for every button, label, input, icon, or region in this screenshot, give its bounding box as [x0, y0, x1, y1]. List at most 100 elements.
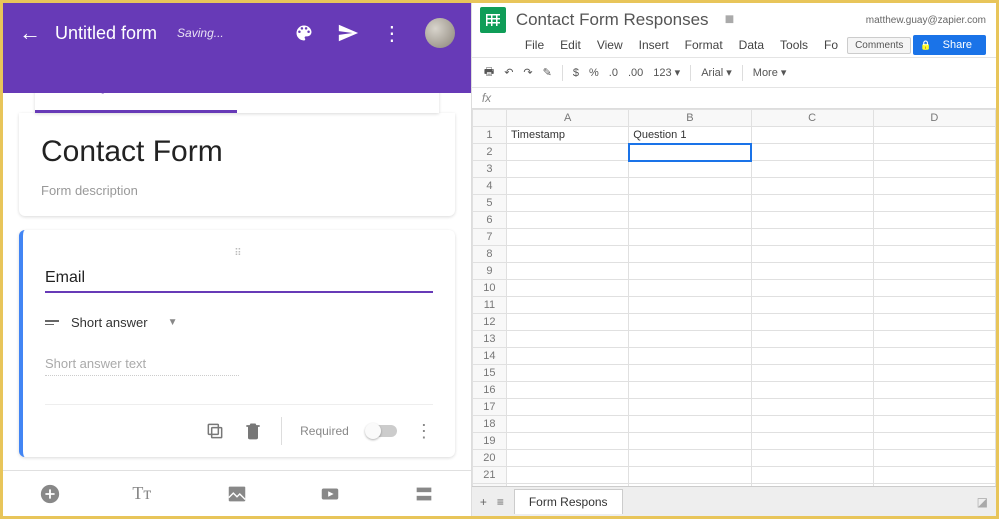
menu-view[interactable]: View [590, 36, 630, 54]
back-arrow-icon[interactable]: ← [19, 20, 41, 46]
cell-B5[interactable] [629, 195, 751, 212]
sheets-logo-icon[interactable] [480, 7, 506, 33]
cell-B20[interactable] [629, 450, 751, 467]
cell-A17[interactable] [507, 399, 629, 416]
paint-icon[interactable]: ✎ [543, 66, 552, 79]
cell-C11[interactable] [751, 297, 873, 314]
all-sheets-icon[interactable]: ≡ [497, 495, 504, 509]
cell-C2[interactable] [751, 144, 873, 161]
cell-A8[interactable] [507, 246, 629, 263]
menu-format[interactable]: Format [678, 36, 730, 54]
cell-D5[interactable] [873, 195, 995, 212]
decimal-dec[interactable]: .0 [609, 67, 618, 79]
cell-D1[interactable] [873, 127, 995, 144]
drag-handle-icon[interactable]: ⠿ [45, 248, 433, 259]
row-head-7[interactable]: 7 [472, 229, 506, 246]
spreadsheet-name[interactable]: Contact Form Responses [516, 10, 709, 30]
grid-area[interactable]: ABCD1TimestampQuestion 12345678910111213… [472, 109, 996, 486]
print-icon[interactable]: 🖶 [484, 63, 494, 82]
cell-D14[interactable] [873, 348, 995, 365]
cell-C13[interactable] [751, 331, 873, 348]
more-vert-icon[interactable]: ⋮ [381, 22, 403, 44]
row-head-1[interactable]: 1 [472, 127, 506, 144]
spreadsheet-grid[interactable]: ABCD1TimestampQuestion 12345678910111213… [472, 109, 996, 486]
cell-B4[interactable] [629, 178, 751, 195]
cell-D13[interactable] [873, 331, 995, 348]
cell-C14[interactable] [751, 348, 873, 365]
font-selector[interactable]: Arial ▾ [701, 66, 732, 79]
cell-C15[interactable] [751, 365, 873, 382]
cell-C22[interactable] [751, 484, 873, 487]
cell-A19[interactable] [507, 433, 629, 450]
row-head-18[interactable]: 18 [472, 416, 506, 433]
cell-D15[interactable] [873, 365, 995, 382]
account-email[interactable]: matthew.guay@zapier.com [866, 15, 986, 26]
cell-C20[interactable] [751, 450, 873, 467]
answer-type-selector[interactable]: Short answer ▼ [45, 307, 433, 338]
decimal-inc[interactable]: .00 [628, 67, 643, 79]
cell-B18[interactable] [629, 416, 751, 433]
row-head-13[interactable]: 13 [472, 331, 506, 348]
cell-A13[interactable] [507, 331, 629, 348]
required-toggle[interactable] [367, 425, 397, 437]
row-head-8[interactable]: 8 [472, 246, 506, 263]
question-more-icon[interactable]: ⋮ [415, 421, 433, 442]
cell-B13[interactable] [629, 331, 751, 348]
tab-responses[interactable]: RESPONSES [237, 93, 439, 113]
cell-D6[interactable] [873, 212, 995, 229]
cell-B1[interactable]: Question 1 [629, 127, 751, 144]
cell-A2[interactable] [507, 144, 629, 161]
cell-C6[interactable] [751, 212, 873, 229]
menu-tools[interactable]: Tools [773, 36, 815, 54]
duplicate-icon[interactable] [205, 421, 225, 441]
row-head-6[interactable]: 6 [472, 212, 506, 229]
cell-A7[interactable] [507, 229, 629, 246]
row-head-2[interactable]: 2 [472, 144, 506, 161]
cell-C12[interactable] [751, 314, 873, 331]
cell-D4[interactable] [873, 178, 995, 195]
cell-D21[interactable] [873, 467, 995, 484]
cell-C4[interactable] [751, 178, 873, 195]
percent-format[interactable]: % [589, 67, 599, 79]
row-head-3[interactable]: 3 [472, 161, 506, 178]
cell-A9[interactable] [507, 263, 629, 280]
col-head-C[interactable]: C [751, 110, 873, 127]
cell-D10[interactable] [873, 280, 995, 297]
number-format[interactable]: 123 ▾ [653, 66, 680, 79]
row-head-11[interactable]: 11 [472, 297, 506, 314]
cell-B10[interactable] [629, 280, 751, 297]
cell-B11[interactable] [629, 297, 751, 314]
cell-B3[interactable] [629, 161, 751, 178]
cell-A16[interactable] [507, 382, 629, 399]
cell-A11[interactable] [507, 297, 629, 314]
row-head-16[interactable]: 16 [472, 382, 506, 399]
cell-C16[interactable] [751, 382, 873, 399]
explore-icon[interactable]: ◪ [977, 495, 988, 509]
menu-data[interactable]: Data [732, 36, 771, 54]
add-question-icon[interactable] [3, 471, 97, 516]
menu-file[interactable]: File [518, 36, 551, 54]
cell-D18[interactable] [873, 416, 995, 433]
cell-C7[interactable] [751, 229, 873, 246]
cell-A20[interactable] [507, 450, 629, 467]
cell-D8[interactable] [873, 246, 995, 263]
cell-D2[interactable] [873, 144, 995, 161]
cell-C10[interactable] [751, 280, 873, 297]
row-head-14[interactable]: 14 [472, 348, 506, 365]
cell-B12[interactable] [629, 314, 751, 331]
palette-icon[interactable] [293, 22, 315, 44]
cell-C19[interactable] [751, 433, 873, 450]
cell-C9[interactable] [751, 263, 873, 280]
col-head-A[interactable]: A [507, 110, 629, 127]
form-title[interactable]: Untitled form [55, 23, 157, 44]
share-button[interactable]: Share [913, 35, 986, 55]
cell-B21[interactable] [629, 467, 751, 484]
cell-A6[interactable] [507, 212, 629, 229]
cell-B6[interactable] [629, 212, 751, 229]
cell-D19[interactable] [873, 433, 995, 450]
menu-insert[interactable]: Insert [632, 36, 676, 54]
row-head-22[interactable]: 22 [472, 484, 506, 487]
cell-A12[interactable] [507, 314, 629, 331]
cell-D11[interactable] [873, 297, 995, 314]
cell-A10[interactable] [507, 280, 629, 297]
